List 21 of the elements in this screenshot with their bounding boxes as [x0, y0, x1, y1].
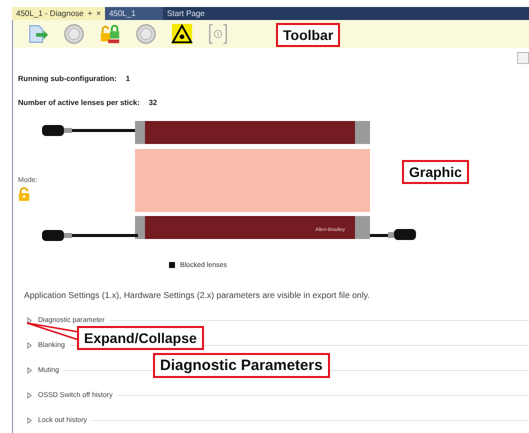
- document-tab[interactable]: 450L_1: [104, 7, 163, 20]
- annotation-callout: Diagnostic Parameters: [153, 353, 330, 378]
- disc-icon[interactable]: [135, 23, 157, 45]
- leader-line: [26, 322, 80, 342]
- tab-label: 450L_1 - Diagnose: [16, 9, 84, 18]
- pin-button[interactable]: +: [88, 9, 92, 18]
- padlock-icon[interactable]: [99, 23, 121, 45]
- annotation-callout: Graphic: [402, 160, 469, 184]
- close-button[interactable]: ×: [96, 9, 101, 18]
- cable-drawing: [370, 229, 416, 240]
- annotation-callout: Toolbar: [276, 23, 340, 47]
- document-arrow-icon[interactable]: [27, 23, 49, 45]
- legend-swatch: [168, 262, 175, 268]
- tab-label: 450L_1: [108, 9, 136, 18]
- laser-warning-icon[interactable]: [171, 23, 193, 45]
- annotation-callout: Expand/Collapse: [77, 326, 204, 350]
- disc-icon[interactable]: [63, 23, 85, 45]
- info-note: Application Settings (1.x), Hardware Settings (2.x) parameters are visible in export file only.: [24, 290, 371, 300]
- document-tab[interactable]: 450L_1 - Diagnose + ×: [12, 7, 105, 20]
- info-frame-icon[interactable]: [207, 23, 229, 45]
- tab-label: Start Page: [166, 9, 205, 18]
